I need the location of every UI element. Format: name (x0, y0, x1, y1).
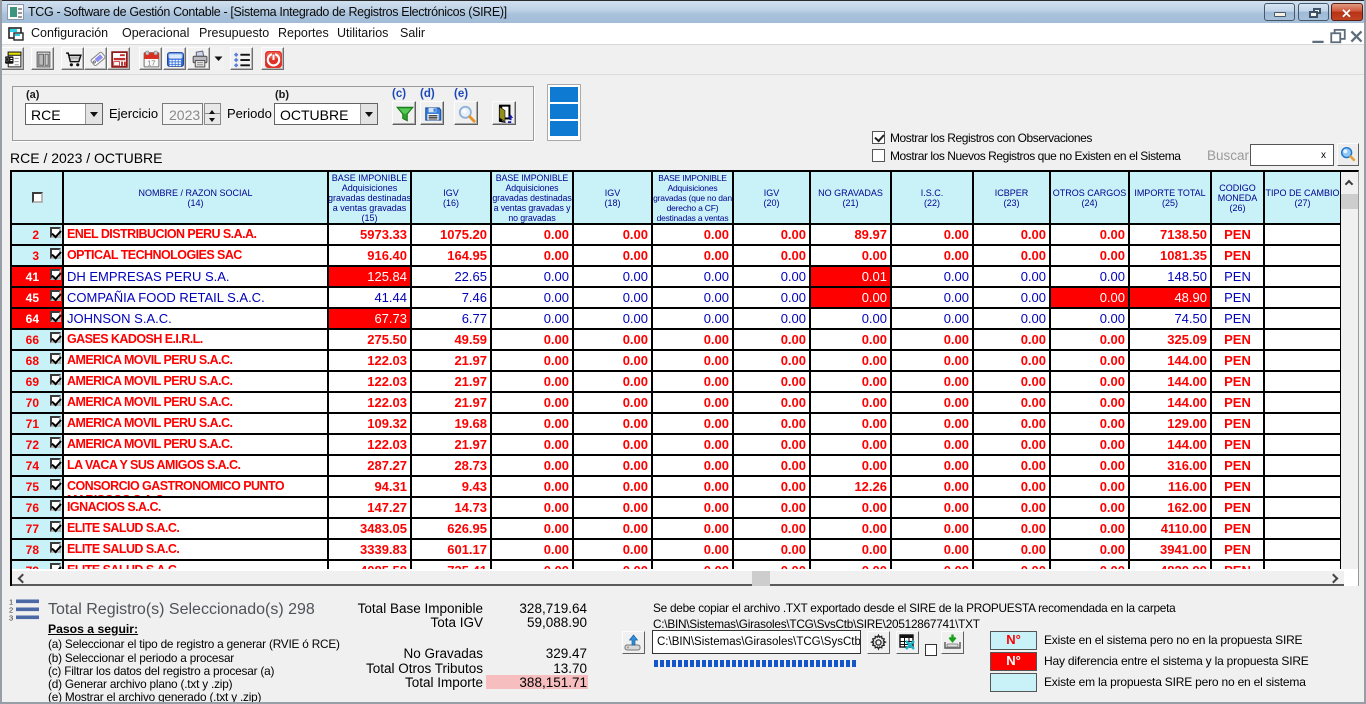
svg-text:17: 17 (147, 58, 155, 67)
svg-text:3: 3 (9, 614, 13, 623)
